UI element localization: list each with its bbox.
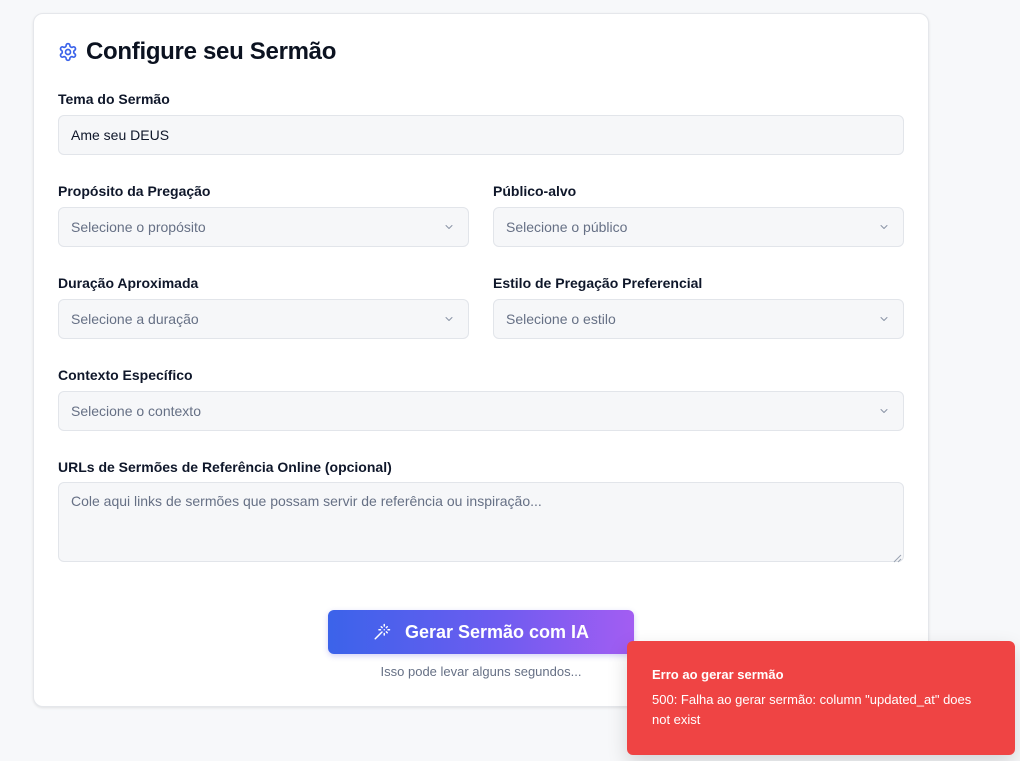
estilo-select[interactable]: Selecione o estilo <box>493 299 904 339</box>
contexto-label: Contexto Específico <box>58 367 193 383</box>
toast-message: 500: Falha ao gerar sermão: column "upda… <box>652 692 972 727</box>
publico-select[interactable]: Selecione o público <box>493 207 904 247</box>
generate-hint: Isso pode levar alguns segundos... <box>380 664 582 679</box>
urls-label: URLs de Sermões de Referência Online (op… <box>58 459 392 475</box>
tema-input[interactable]: Ame seu DEUS <box>58 115 904 155</box>
duracao-select[interactable]: Selecione a duração <box>58 299 469 339</box>
generate-sermon-label: Gerar Sermão com IA <box>404 621 590 642</box>
resize-handle-icon[interactable] <box>892 550 902 563</box>
chevron-down-icon <box>877 404 891 418</box>
estilo-placeholder: Selecione o estilo <box>506 311 616 327</box>
toast-title: Erro ao gerar sermão <box>652 667 784 682</box>
card-header: Configure seu Sermão <box>58 38 336 66</box>
contexto-select[interactable]: Selecione o contexto <box>58 391 904 431</box>
contexto-placeholder: Selecione o contexto <box>71 403 201 419</box>
duracao-placeholder: Selecione a duração <box>71 311 199 327</box>
page-title: Configure seu Sermão <box>86 38 337 65</box>
chevron-down-icon <box>877 220 891 234</box>
sermon-config-card: Configure seu Sermão Tema do Sermão Ame … <box>33 13 929 707</box>
duracao-label: Duração Aproximada <box>58 275 199 291</box>
chevron-down-icon <box>442 220 456 234</box>
tema-label: Tema do Sermão <box>58 91 170 107</box>
chevron-down-icon <box>877 312 891 326</box>
tema-input-value: Ame seu DEUS <box>71 127 170 143</box>
magic-wand-icon <box>373 623 391 641</box>
estilo-label: Estilo de Pregação Preferencial <box>493 275 703 291</box>
error-toast[interactable]: Erro ao gerar sermão 500: Falha ao gerar… <box>627 641 1015 755</box>
chevron-down-icon <box>442 312 456 326</box>
generate-sermon-button[interactable]: Gerar Sermão com IA <box>328 610 634 654</box>
urls-placeholder: Cole aqui links de sermões que possam se… <box>71 493 542 509</box>
proposito-label: Propósito da Pregação <box>58 183 211 199</box>
proposito-placeholder: Selecione o propósito <box>71 219 206 235</box>
publico-label: Público-alvo <box>493 183 577 199</box>
gear-icon <box>58 42 78 62</box>
publico-placeholder: Selecione o público <box>506 219 628 235</box>
proposito-select[interactable]: Selecione o propósito <box>58 207 469 247</box>
urls-textarea[interactable]: Cole aqui links de sermões que possam se… <box>58 482 904 563</box>
